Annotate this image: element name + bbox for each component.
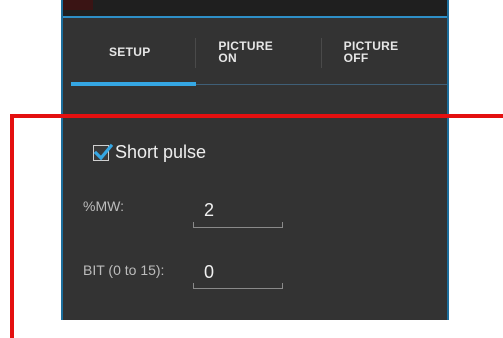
highlight-frame-top	[10, 114, 503, 118]
active-tab-indicator	[71, 82, 197, 86]
short-pulse-row[interactable]: Short pulse	[93, 142, 206, 163]
title-strip-block	[63, 0, 93, 10]
tab-picture-off[interactable]: PICTURE OFF	[322, 28, 447, 84]
bit-value[interactable]: 0	[204, 262, 214, 283]
bit-label: BIT (0 to 15):	[83, 262, 165, 278]
mw-input-underline[interactable]	[193, 222, 283, 228]
tab-setup-label: SETUP	[109, 45, 151, 59]
checkmark-icon	[93, 143, 113, 160]
short-pulse-checkbox[interactable]	[93, 143, 113, 161]
tab-picture-off-label: PICTURE OFF	[343, 39, 399, 65]
bit-input-underline[interactable]	[193, 283, 283, 289]
highlight-frame-left	[10, 114, 14, 338]
tab-bar: SETUP PICTURE ON PICTURE OFF	[71, 28, 447, 86]
settings-panel: SETUP PICTURE ON PICTURE OFF Short pulse…	[61, 0, 449, 320]
mw-label: %MW:	[83, 198, 124, 214]
tab-picture-on-label: PICTURE ON	[218, 39, 274, 65]
mw-value[interactable]: 2	[204, 200, 214, 221]
title-strip	[63, 0, 447, 18]
short-pulse-label: Short pulse	[115, 142, 207, 162]
tab-setup[interactable]: SETUP	[71, 28, 197, 86]
tab-picture-on[interactable]: PICTURE ON	[196, 28, 322, 84]
